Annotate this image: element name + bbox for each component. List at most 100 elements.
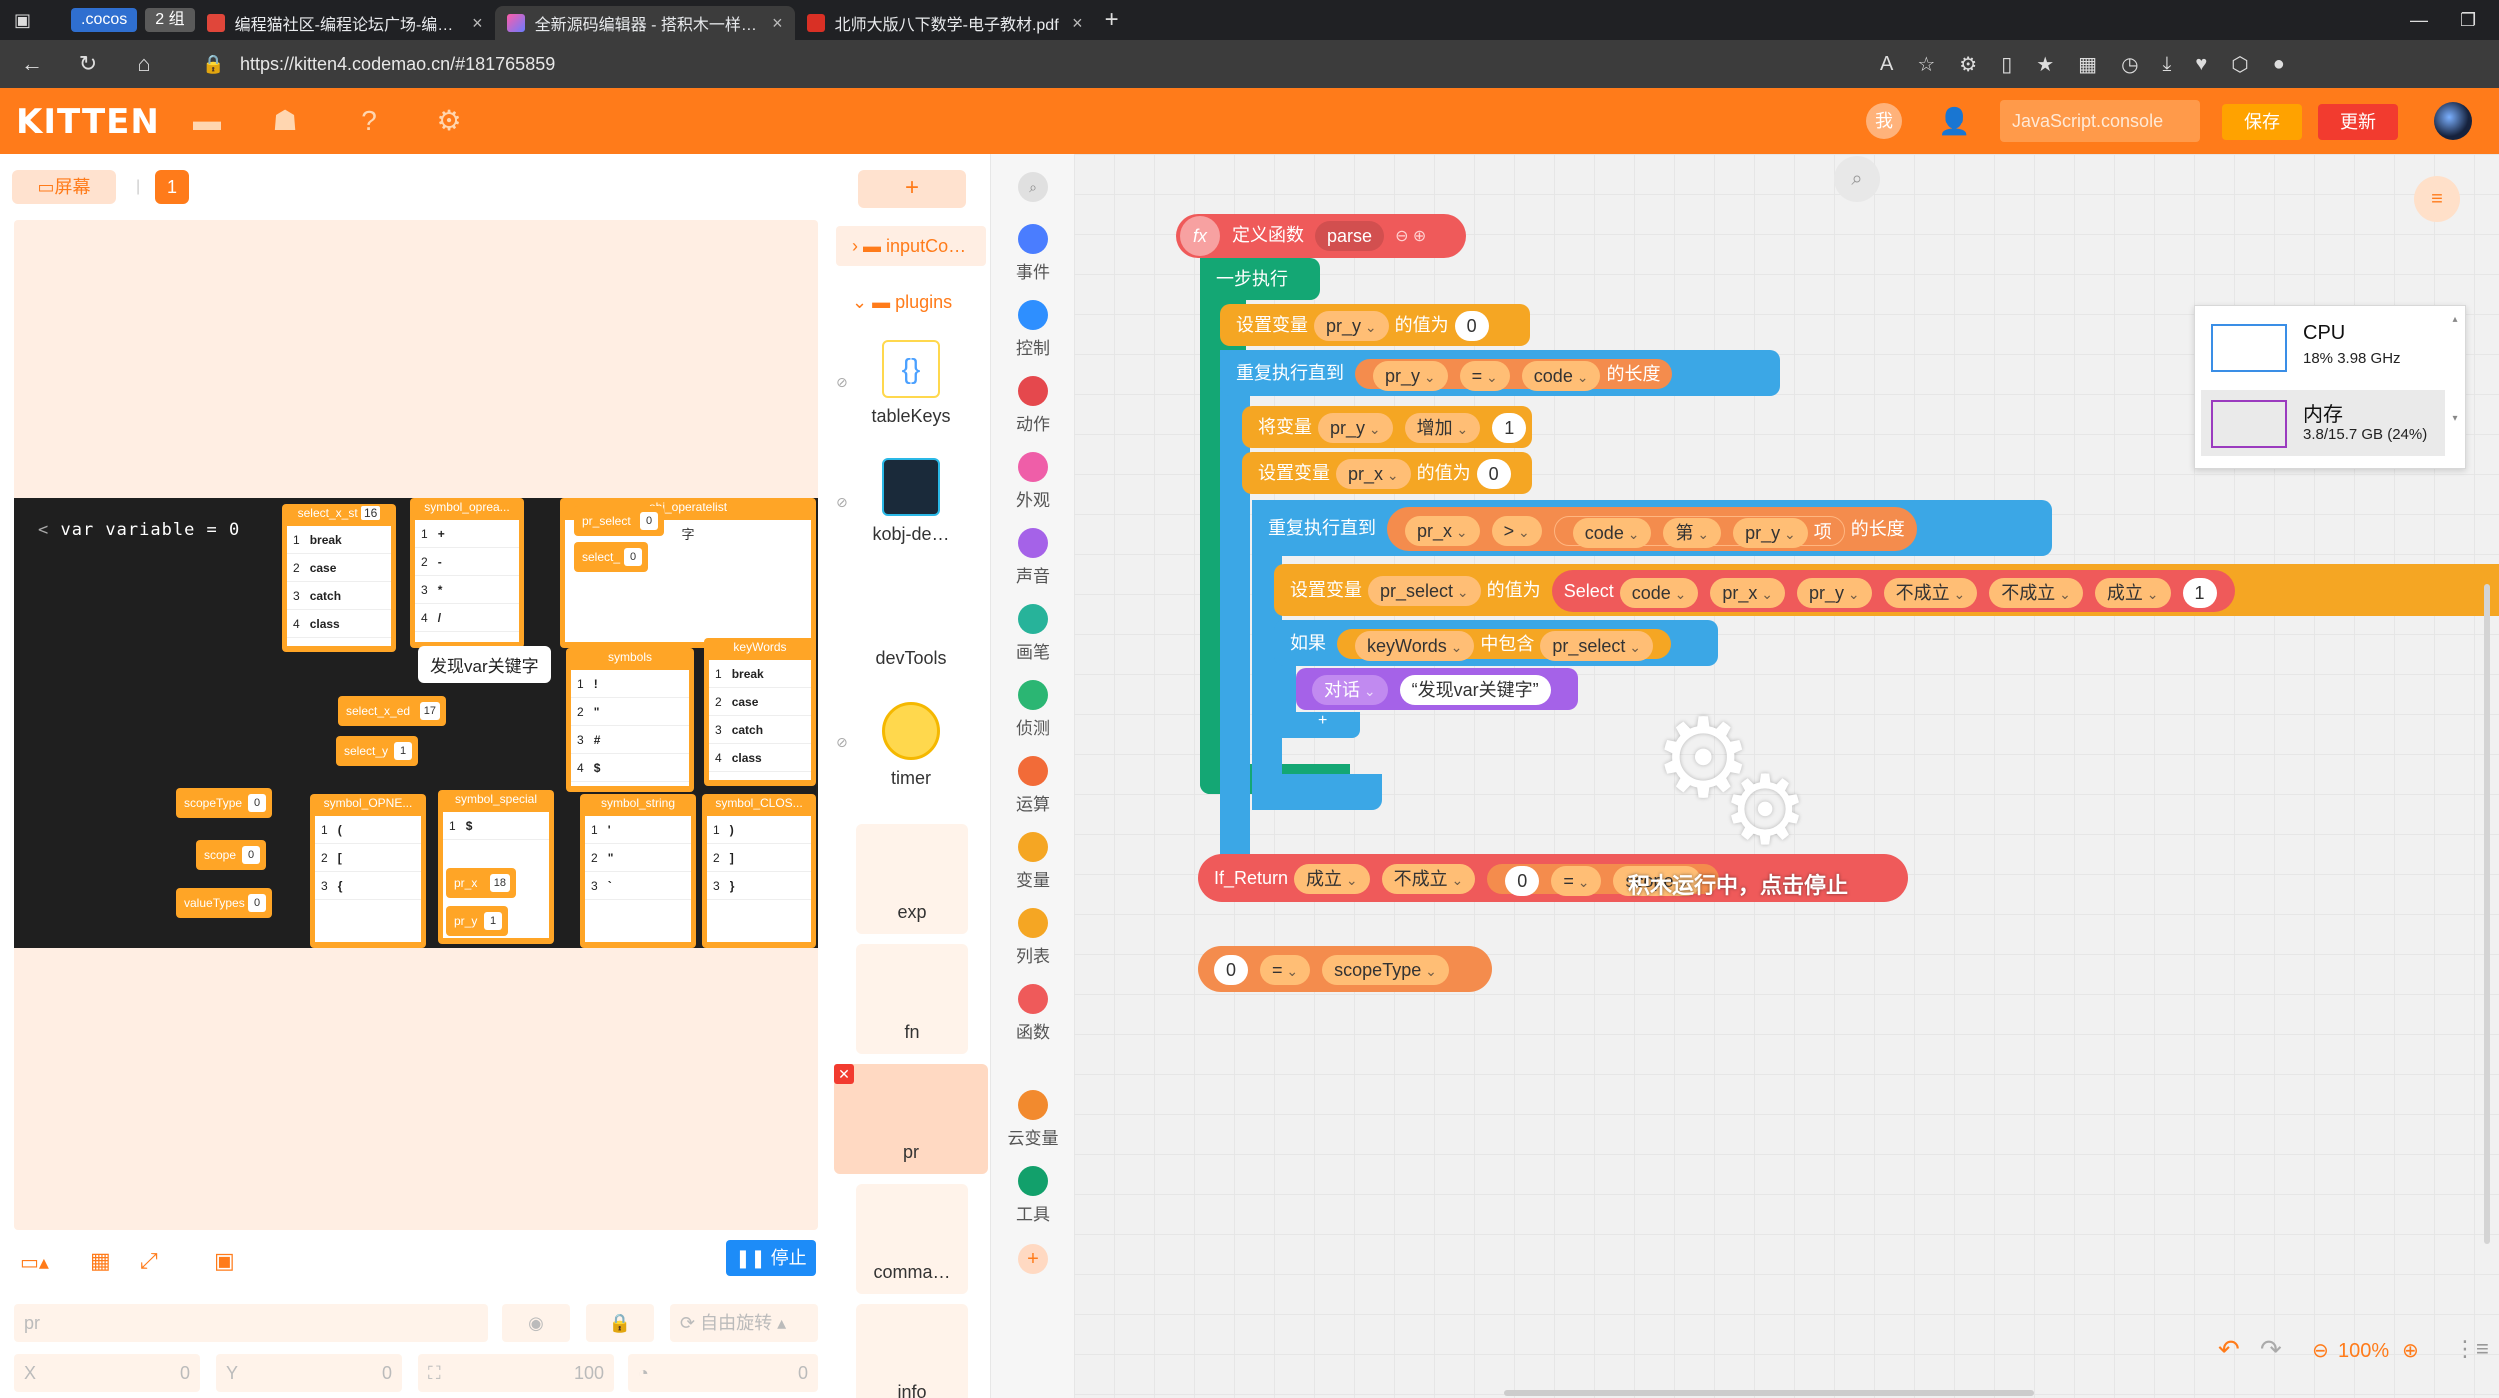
fullscreen-button[interactable]: ▭屏幕: [12, 170, 116, 204]
home-icon[interactable]: ⌂: [126, 51, 162, 77]
security-icon[interactable]: ⬡: [2231, 52, 2248, 77]
bool-dropdown[interactable]: 成立: [1294, 864, 1370, 895]
set-var-block[interactable]: 设置变量 pr_y的值为0: [1220, 304, 1530, 346]
say-text-input[interactable]: “发现var关键字”: [1399, 675, 1551, 706]
inner-repeat-until-block[interactable]: 重复执行直到 pr_x > code 第 pr_y项的长度: [1252, 500, 2052, 556]
stage-canvas[interactable]: < var variable = 0 select_x_st 16 1 break…: [14, 498, 818, 948]
widget-scrollbar[interactable]: ▴ ▾: [2449, 314, 2461, 462]
operator-dropdown[interactable]: =: [1260, 955, 1311, 986]
item-of-length[interactable]: code 第 pr_y项: [1553, 515, 1845, 548]
hidden-eye-icon[interactable]: ⊘: [836, 734, 848, 751]
rotation-mode-select[interactable]: ⟳ 自由旋转 ▴: [670, 1304, 818, 1342]
sprite-name-input[interactable]: pr: [14, 1304, 488, 1342]
download-icon[interactable]: ⤓: [2163, 53, 2172, 76]
var-monitor-pr-select[interactable]: pr_select 0: [574, 506, 664, 536]
category-1[interactable]: 控制: [991, 300, 1075, 359]
bool-dropdown[interactable]: 不成立: [1989, 577, 2083, 608]
var-dropdown[interactable]: pr_y: [1797, 577, 1872, 608]
add-collaborator-icon[interactable]: 👤: [1938, 106, 1970, 137]
close-icon[interactable]: ×: [772, 13, 783, 34]
equals-condition[interactable]: pr_y = code的长度: [1355, 359, 1673, 391]
var-monitor-scope-type[interactable]: scopeType 0: [176, 788, 272, 818]
category-2[interactable]: 动作: [991, 376, 1075, 435]
var-dropdown[interactable]: pr_y: [1733, 517, 1808, 548]
repeat-until-block[interactable]: 重复执行直到 pr_y = code的长度: [1220, 350, 1780, 396]
memory-item[interactable]: 内存 3.8/15.7 GB (24%): [2201, 390, 2445, 456]
bool-dropdown[interactable]: 不成立: [1883, 577, 1978, 608]
search-blocks[interactable]: ⌕: [991, 172, 1075, 206]
url-input[interactable]: 🔒 https://kitten4.codemao.cn/#181765859: [180, 46, 1980, 82]
var-dropdown[interactable]: code: [1572, 517, 1652, 548]
tab-kitten-editor[interactable]: 全新源码编辑器 - 搭积木一样有趣 ×: [494, 6, 795, 40]
sprite-exp[interactable]: exp: [856, 824, 968, 934]
close-icon[interactable]: ×: [472, 13, 483, 34]
var-monitor-pr-y[interactable]: pr_y 1: [446, 906, 508, 936]
add-sprite-button[interactable]: +: [858, 170, 966, 208]
var-monitor-scope[interactable]: scope 0: [196, 840, 266, 870]
tab-group-badge-2[interactable]: 2 组: [145, 8, 195, 32]
vertical-scrollbar[interactable]: [2484, 584, 2490, 1244]
say-dropdown[interactable]: 对话: [1312, 675, 1388, 706]
var-dropdown[interactable]: pr_x: [1710, 577, 1786, 608]
update-button[interactable]: 更新: [2318, 104, 2398, 140]
user-avatar[interactable]: [2434, 102, 2472, 140]
sprite-fn[interactable]: fn: [856, 944, 968, 1054]
contains-condition[interactable]: keyWords中包含pr_select: [1337, 629, 1672, 661]
var-dropdown[interactable]: pr_y: [1373, 360, 1448, 391]
scene-number-button[interactable]: 1: [155, 170, 189, 204]
select-call-block[interactable]: Selectcodepr_xpr_y不成立不成立成立1: [1551, 570, 2235, 613]
hat-icon[interactable]: ☗: [268, 106, 302, 136]
aspect-ratio-icon[interactable]: ▭▴: [20, 1250, 49, 1275]
equals-block[interactable]: 0 = scopeType: [1198, 946, 1492, 992]
var-dropdown[interactable]: pr_x: [1336, 459, 1411, 490]
say-block[interactable]: 对话 “发现var关键字”: [1296, 668, 1578, 710]
tab-group-badge-cocos[interactable]: .cocos: [71, 8, 138, 32]
history-icon[interactable]: ◷: [2121, 52, 2138, 77]
category-9[interactable]: 列表: [991, 908, 1075, 967]
zoom-in-icon[interactable]: ⊕: [2402, 1338, 2419, 1363]
list-monitor-symbols[interactable]: symbols 1! 2 " 3 # 4 $: [566, 648, 694, 792]
lock-toggle[interactable]: 🔒: [586, 1304, 654, 1342]
var-monitor-select[interactable]: select_ 0: [574, 542, 648, 572]
delete-sprite-icon[interactable]: ✕: [834, 1064, 854, 1084]
back-icon[interactable]: ←: [14, 51, 50, 77]
tab-codemao-forum[interactable]: 编程猫社区-编程论坛广场-编程学 ×: [195, 6, 495, 40]
list-monitor-select-x-st[interactable]: select_x_st 16 1 break 2 case 3 catch 4 clas…: [282, 504, 396, 652]
size-field[interactable]: ⛶ 100: [418, 1354, 614, 1392]
category-4[interactable]: 声音: [991, 528, 1075, 587]
visibility-toggle[interactable]: ◉: [502, 1304, 570, 1342]
list-monitor-symbol-string[interactable]: symbol_string 1 ' 2 " 3 `: [580, 794, 696, 948]
number-input[interactable]: 0: [1214, 955, 1249, 986]
tab-pdf[interactable]: 北师大版八下数学-电子教材.pdf ×: [795, 6, 1095, 40]
number-input[interactable]: 0: [1476, 459, 1511, 490]
add-extension[interactable]: +: [991, 1244, 1075, 1278]
var-dropdown[interactable]: pr_x: [1405, 515, 1480, 546]
operator-dropdown[interactable]: >: [1491, 515, 1542, 546]
list-monitor-symbol-open[interactable]: symbol_OPNE... 1( 2[ 3{: [310, 794, 426, 948]
list-monitor-keywords[interactable]: keyWords 1 break 2 case 3 catch 4 class: [704, 638, 816, 786]
folder-inputco[interactable]: › ▬ inputCo…: [836, 226, 986, 266]
category-8[interactable]: 变量: [991, 832, 1075, 891]
category-0[interactable]: 事件: [991, 224, 1075, 283]
undo-icon[interactable]: ↶: [2218, 1334, 2240, 1365]
sprite-timer[interactable]: timer: [856, 702, 966, 789]
favorite-star-icon[interactable]: ☆: [1917, 52, 1935, 77]
var-dropdown[interactable]: pr_select: [1368, 576, 1481, 607]
var-dropdown[interactable]: scopeType: [1322, 955, 1449, 986]
if-add-branch[interactable]: +: [1274, 712, 1360, 738]
expand-icon[interactable]: ⤢: [140, 1248, 158, 1274]
running-stop-hint[interactable]: 积木运行中，点击停止: [1628, 868, 1848, 900]
sprite-pr-selected[interactable]: pr: [834, 1064, 988, 1174]
grid-icon[interactable]: ▦: [90, 1248, 111, 1274]
y-field[interactable]: Y0: [216, 1354, 402, 1392]
number-input[interactable]: 0: [1454, 311, 1489, 342]
var-monitor-select-y[interactable]: select_y 1: [336, 736, 418, 766]
settings-gear-icon[interactable]: ⚙: [432, 106, 466, 136]
minimize-icon[interactable]: —: [2410, 10, 2428, 31]
number-input[interactable]: 1: [2182, 577, 2217, 608]
param-buttons[interactable]: ⊖ ⊕: [1395, 228, 1426, 245]
me-button[interactable]: 我: [1866, 103, 1902, 139]
operator-dropdown[interactable]: =: [1551, 865, 1602, 896]
category-3[interactable]: 外观: [991, 452, 1075, 511]
sort-blocks-icon[interactable]: ⋮≡: [2454, 1336, 2489, 1362]
